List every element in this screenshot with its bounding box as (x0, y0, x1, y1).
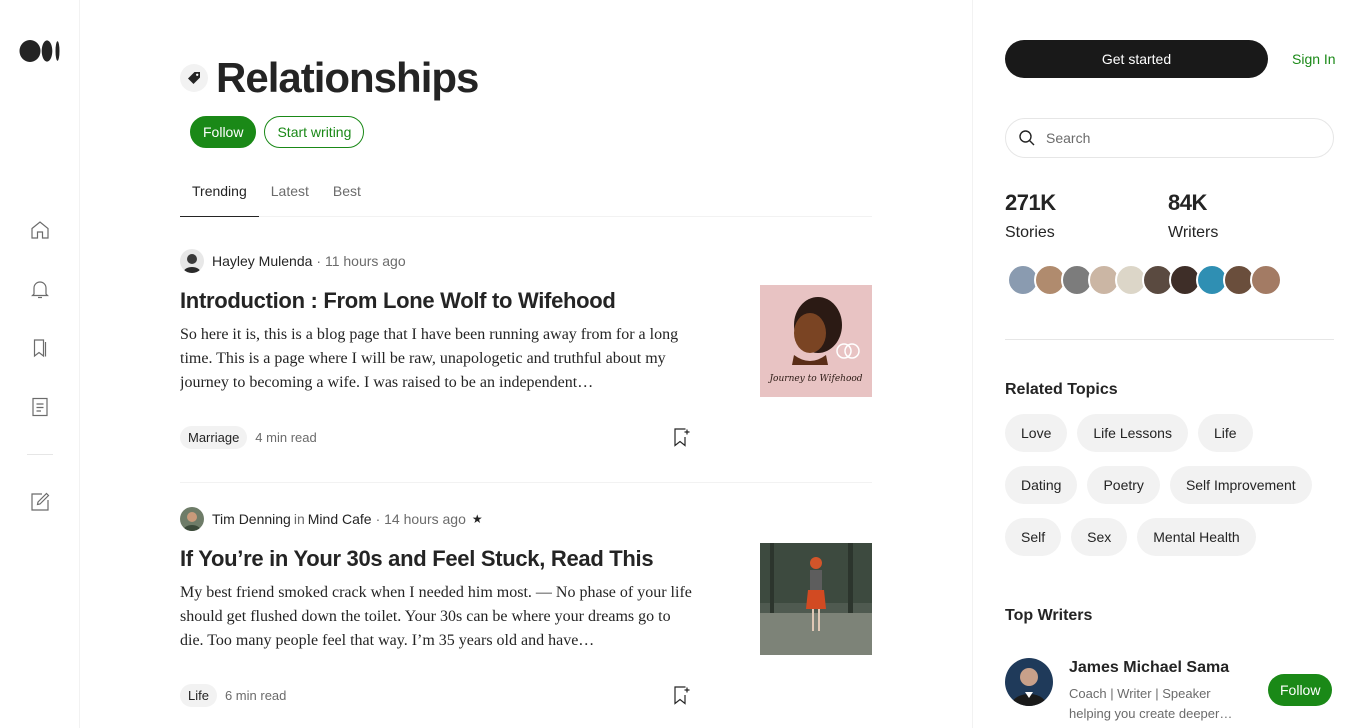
writers-label: Writers (1168, 224, 1219, 241)
start-writing-button[interactable]: Start writing (264, 116, 365, 148)
writer-name[interactable]: James Michael Sama (1069, 659, 1229, 677)
bookmark-add-icon[interactable] (668, 425, 692, 449)
article-separator (180, 482, 872, 483)
writer-avatar[interactable] (1250, 264, 1282, 296)
post-time: · 14 hours ago (375, 511, 466, 527)
search-icon (1019, 130, 1035, 146)
author-name[interactable]: Tim Denning (212, 511, 291, 527)
tag-header: Relationships (180, 54, 479, 102)
article-card[interactable]: Tim Denning in Mind Cafe · 14 hours ago … (180, 507, 872, 707)
related-topics: Love Life Lessons Life Dating Poetry Sel… (1005, 414, 1345, 570)
author-line: Tim Denning in Mind Cafe · 14 hours ago … (180, 507, 872, 531)
writer-avatars-row (1007, 264, 1282, 296)
member-star-icon: ★ (471, 512, 483, 526)
stories-stat: 271K Stories (1005, 190, 1056, 242)
topic-self-improvement[interactable]: Self Improvement (1169, 466, 1312, 504)
writer-bio: Coach | Writer | Speaker helping you cre… (1069, 686, 1233, 721)
topic-love[interactable]: Love (1005, 414, 1068, 452)
stories-label: Stories (1005, 224, 1055, 241)
thumbnail-caption: Journey to Wifehood (767, 374, 862, 384)
author-name[interactable]: Hayley Mulenda (212, 253, 312, 269)
notifications-bell-icon[interactable] (28, 277, 52, 301)
read-time: 6 min read (224, 688, 287, 703)
search-input[interactable] (1046, 130, 1306, 146)
topic-tag-pill[interactable]: Marriage (180, 426, 248, 449)
writer-avatar[interactable] (1005, 658, 1053, 706)
publication-name[interactable]: Mind Cafe (308, 511, 372, 527)
article-subtitle[interactable]: So here it is, this is a blog page that … (180, 323, 694, 395)
top-writers-title: Top Writers (1005, 607, 1093, 624)
publication-prefix: in (293, 511, 305, 527)
author-avatar[interactable] (180, 507, 204, 531)
topic-poetry[interactable]: Poetry (1087, 466, 1160, 504)
tab-best[interactable]: Best (321, 172, 373, 217)
home-icon[interactable] (28, 218, 52, 242)
article-title[interactable]: Introduction : From Lone Wolf to Wifehoo… (180, 287, 700, 315)
tag-icon (180, 64, 208, 92)
lists-bookmarks-icon[interactable] (28, 336, 52, 360)
topic-dating[interactable]: Dating (1005, 466, 1078, 504)
follow-topic-button[interactable]: Follow (190, 116, 257, 148)
article-thumbnail[interactable] (760, 543, 872, 655)
sign-in-link[interactable]: Sign In (1292, 51, 1336, 67)
article-card[interactable]: Hayley Mulenda · 11 hours ago Introducti… (180, 249, 872, 449)
medium-logo-icon[interactable] (19, 39, 61, 63)
topic-life-lessons[interactable]: Life Lessons (1077, 414, 1188, 452)
left-rail (0, 0, 80, 728)
get-started-button[interactable]: Get started (1005, 40, 1268, 78)
header-actions: Follow Start writing (190, 116, 365, 148)
article-thumbnail[interactable]: Journey to Wifehood (760, 285, 872, 397)
topic-self[interactable]: Self (1005, 518, 1062, 556)
page-title: Relationships (216, 54, 479, 101)
related-topics-title: Related Topics (1005, 381, 1118, 398)
topic-life[interactable]: Life (1197, 414, 1253, 452)
writers-count: 84K (1168, 190, 1207, 215)
right-sidebar: Get started Sign In 271K Stories 84K Wri… (972, 0, 1366, 728)
author-avatar[interactable] (180, 249, 204, 273)
rail-divider (27, 454, 53, 455)
read-time: 4 min read (255, 430, 317, 445)
article-meta: Marriage 4 min read (180, 426, 317, 449)
write-compose-icon[interactable] (28, 490, 52, 514)
post-time: · 11 hours ago (316, 253, 406, 269)
bookmark-add-icon[interactable] (668, 683, 692, 707)
search-box[interactable] (1005, 118, 1334, 158)
article-meta: Life 6 min read (180, 684, 286, 707)
article-title[interactable]: If You’re in Your 30s and Feel Stuck, Re… (180, 545, 700, 573)
sidebar-divider (1005, 339, 1334, 340)
topic-mental-health[interactable]: Mental Health (1137, 518, 1256, 556)
stories-count: 271K (1005, 190, 1056, 215)
author-line: Hayley Mulenda · 11 hours ago (180, 249, 872, 273)
follow-writer-button[interactable]: Follow (1268, 674, 1333, 706)
stories-document-icon[interactable] (28, 395, 52, 419)
writers-stat: 84K Writers (1168, 190, 1218, 242)
article-subtitle[interactable]: My best friend smoked crack when I neede… (180, 581, 694, 653)
tab-trending[interactable]: Trending (180, 172, 259, 217)
feed-tabs: Trending Latest Best (180, 172, 872, 217)
topic-sex[interactable]: Sex (1071, 518, 1128, 556)
topic-tag-pill[interactable]: Life (180, 684, 217, 707)
tab-latest[interactable]: Latest (259, 172, 321, 217)
